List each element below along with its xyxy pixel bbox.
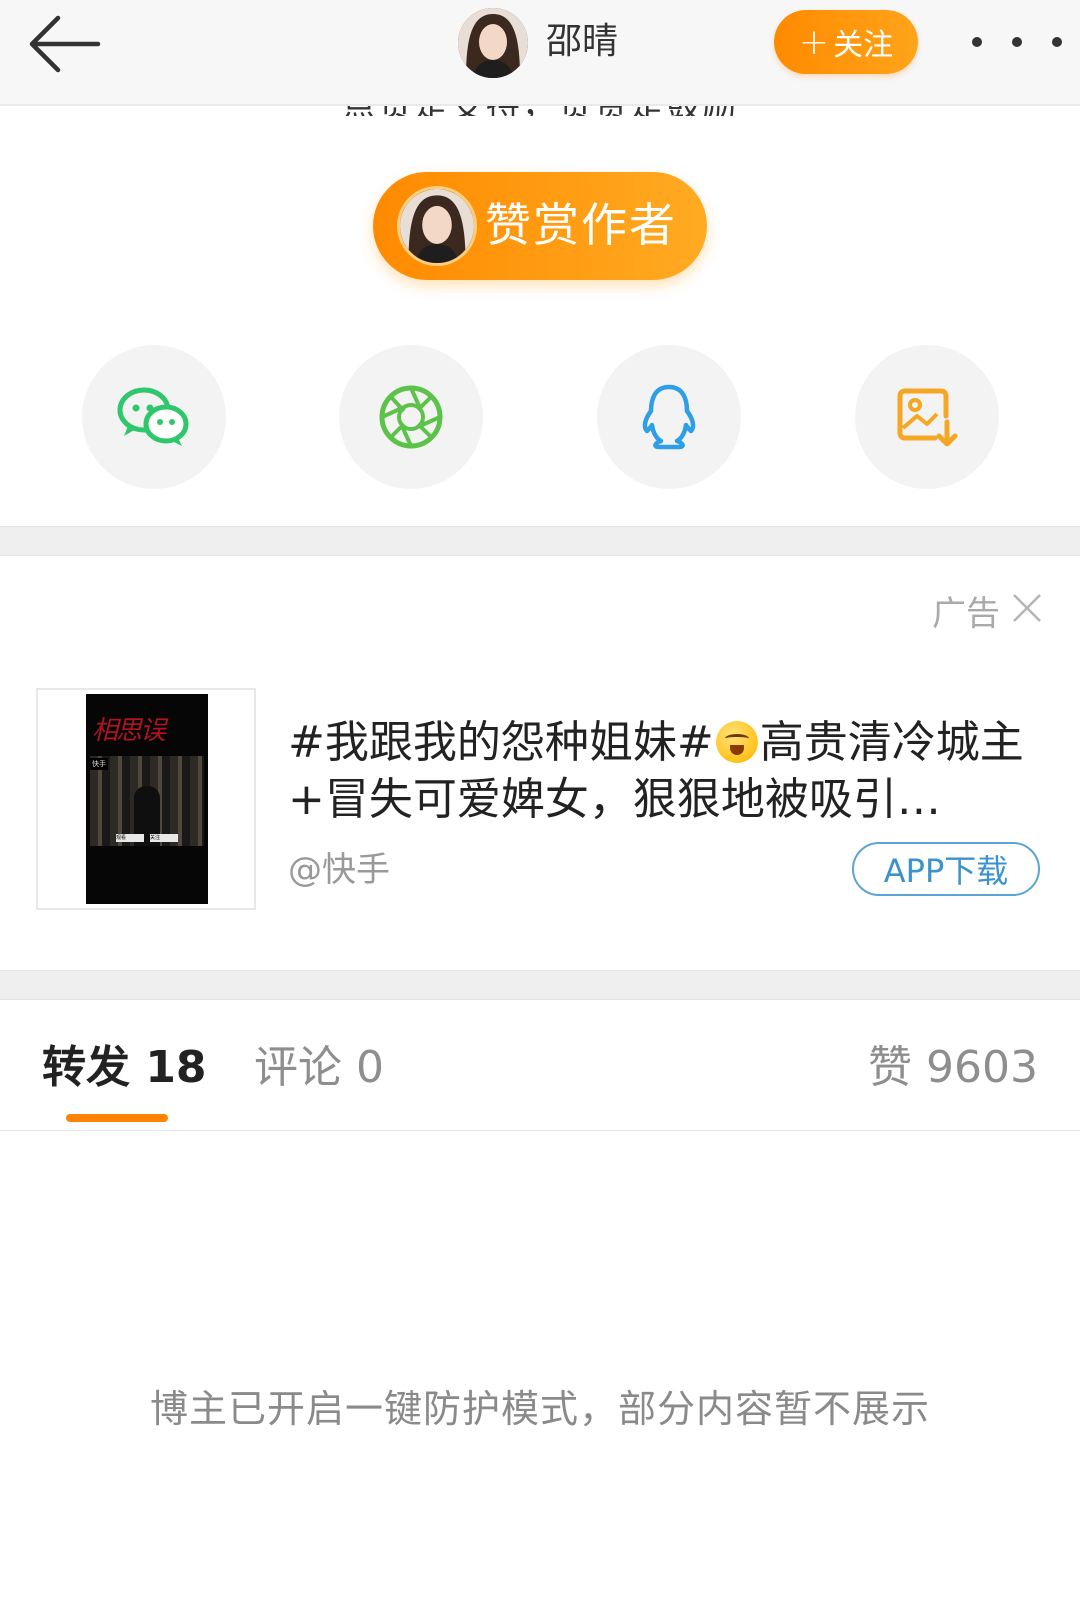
- active-tab-indicator: [66, 1114, 168, 1122]
- poster-title: 相思误: [92, 716, 166, 746]
- section-separator: [0, 970, 1080, 1000]
- divider: [0, 1130, 1080, 1131]
- protection-notice: 博主已开启一键防护模式，部分内容暂不展示: [149, 1387, 930, 1431]
- close-icon[interactable]: [1011, 592, 1043, 624]
- avatar: [397, 186, 477, 266]
- dot: [972, 37, 982, 47]
- tab-like[interactable]: 赞 9603: [868, 1040, 1038, 1096]
- reward-author-button[interactable]: 赞赏作者: [373, 172, 707, 280]
- share-moments-button[interactable]: [339, 345, 483, 489]
- ad-source[interactable]: @快手: [288, 842, 390, 891]
- app-download-button[interactable]: APP下载: [852, 842, 1040, 896]
- tab-repost[interactable]: 转发 18: [42, 1040, 207, 1096]
- dot: [1052, 37, 1062, 47]
- share-qq-button[interactable]: [597, 345, 741, 489]
- more-options-icon[interactable]: [972, 24, 1062, 60]
- reward-label: 赞赏作者: [485, 198, 677, 252]
- ad-poster-image: 相思误 快手 观看 关注: [86, 694, 208, 904]
- ad-thumbnail[interactable]: 相思误 快手 观看 关注: [36, 688, 256, 910]
- share-wechat-button[interactable]: [82, 345, 226, 489]
- poster-button: 关注: [150, 834, 178, 842]
- wechat-icon: [117, 387, 189, 446]
- save-image-button[interactable]: [855, 345, 999, 489]
- user-photo-icon: [458, 8, 528, 78]
- ad-description[interactable]: #我跟我的怨种姐妹# 高贵清冷城主+冒失可爱婢女，狠狠地被吸引…: [288, 714, 1048, 828]
- user-photo-icon: [400, 189, 474, 263]
- user-name[interactable]: 邵晴: [546, 18, 618, 66]
- poster-tag: 快手: [90, 758, 108, 770]
- back-arrow-icon[interactable]: [28, 14, 104, 74]
- follow-button[interactable]: + 关注: [774, 10, 918, 74]
- follow-label: 关注: [833, 28, 894, 63]
- avatar[interactable]: [458, 8, 528, 78]
- poster-button: 观看: [116, 834, 144, 842]
- section-separator: [0, 526, 1080, 556]
- tab-comment[interactable]: 评论 0: [254, 1040, 384, 1096]
- ad-label: 广告: [932, 594, 1000, 634]
- dot: [1012, 37, 1022, 47]
- ad-hashtag: #我跟我的怨种姐妹#: [288, 717, 714, 768]
- qq-icon: [642, 384, 696, 450]
- top-bar: 邵晴 + 关注: [0, 0, 1080, 106]
- blushing-emoji-icon: [715, 721, 758, 763]
- plus-icon: +: [798, 21, 830, 63]
- save-image-icon: [897, 388, 958, 447]
- moments-icon: [379, 385, 443, 449]
